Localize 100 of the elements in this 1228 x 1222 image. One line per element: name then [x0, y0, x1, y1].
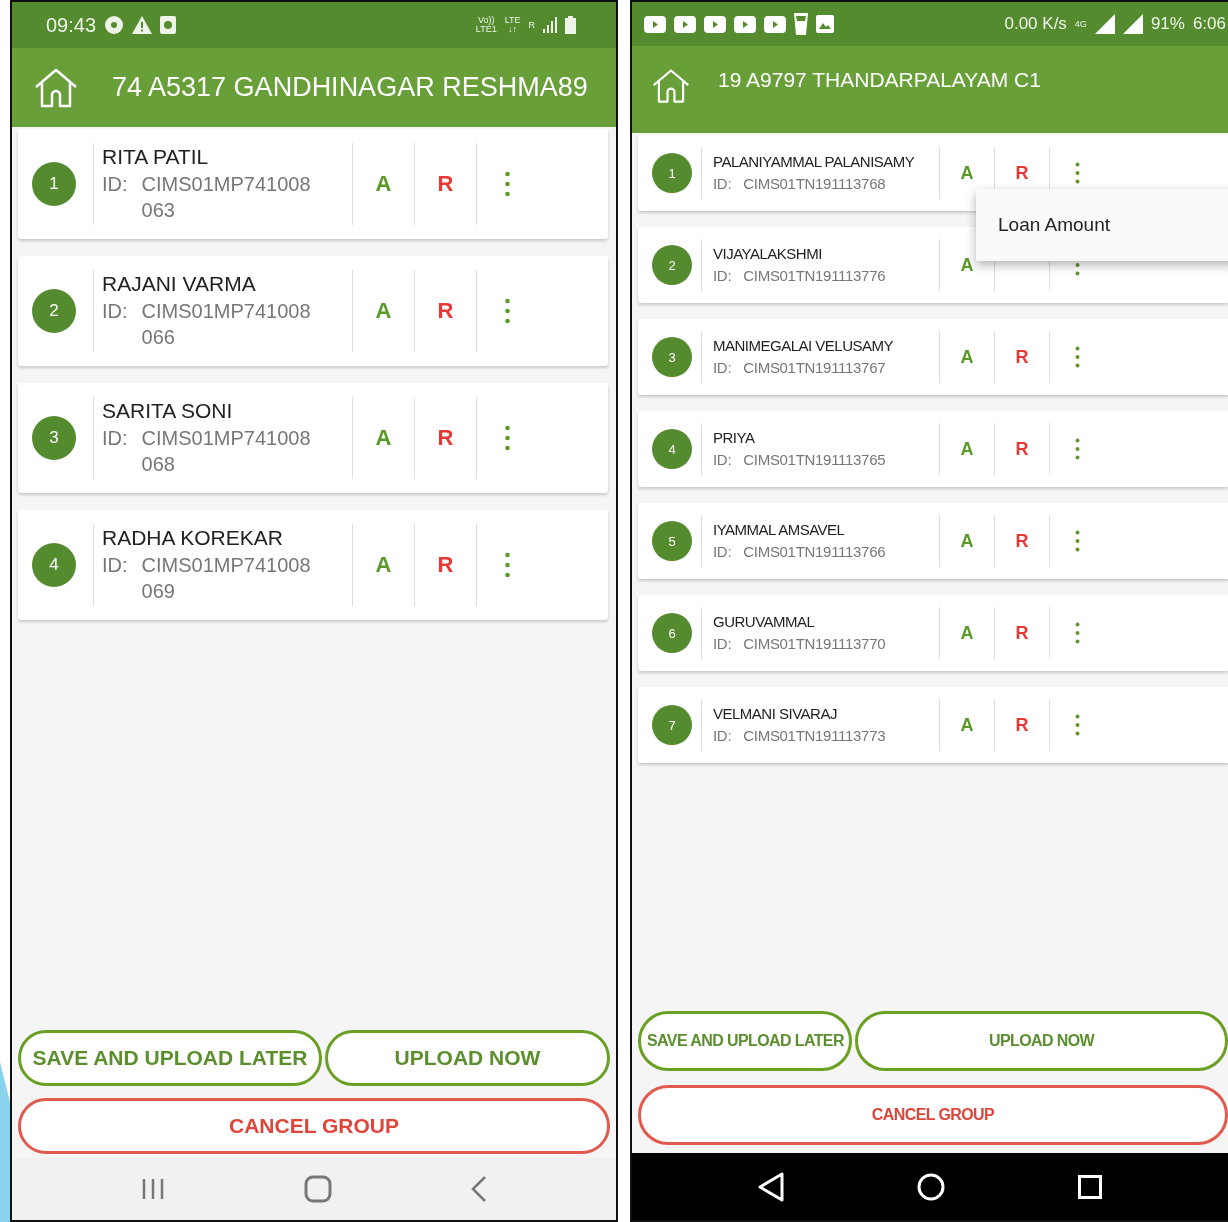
- member-number: 1: [32, 162, 76, 206]
- member-name: PALANIYAMMAL PALANISAMY: [713, 152, 916, 170]
- group-title: 74 A5317 GANDHINAGAR RESHMA89: [112, 72, 588, 103]
- member-name: SARITA SONI: [102, 399, 234, 423]
- approve-button[interactable]: A: [960, 254, 974, 276]
- id-label: ID:: [713, 449, 732, 470]
- glass-icon: [794, 13, 808, 35]
- more-options-icon[interactable]: [1074, 530, 1080, 552]
- member-id: CIMS01TN191113770: [743, 633, 886, 654]
- upload-button[interactable]: UPLOAD NOW: [855, 1011, 1228, 1071]
- id-label: ID:: [713, 357, 732, 378]
- menu-item[interactable]: Loan Amount: [998, 214, 1110, 236]
- id-label: ID:: [713, 725, 732, 746]
- upload-button[interactable]: SAVE AND UPLOAD LATER: [638, 1011, 852, 1071]
- member-id: CIMS01MP741008069: [141, 553, 312, 604]
- clock-time: 6:06: [1192, 14, 1226, 34]
- member-name: VIJAYALAKSHMI: [713, 244, 823, 262]
- member-name: IYAMMAL AMSAVEL: [713, 520, 846, 538]
- more-options-icon[interactable]: [505, 171, 510, 197]
- member-id: CIMS01TN191113776: [743, 265, 886, 286]
- id-label: ID:: [713, 541, 732, 562]
- member-id: CIMS01MP741008068: [141, 426, 312, 477]
- reject-button[interactable]: R: [1015, 530, 1029, 552]
- member-number: 2: [32, 289, 76, 333]
- approve-button[interactable]: A: [375, 298, 392, 324]
- play-icon: [644, 15, 666, 33]
- approve-button[interactable]: A: [960, 530, 974, 552]
- cancel-group-button[interactable]: CANCEL GROUP: [638, 1085, 1228, 1145]
- member-number: 2: [652, 245, 692, 285]
- member-id: CIMS01TN191113765: [743, 449, 886, 470]
- member-id: CIMS01TN191113767: [743, 357, 886, 378]
- reject-button[interactable]: R: [437, 298, 454, 324]
- approve-button[interactable]: A: [375, 552, 392, 578]
- more-options-icon[interactable]: [1074, 622, 1080, 644]
- member-number: 3: [32, 416, 76, 460]
- upload-button[interactable]: SAVE AND UPLOAD LATER: [18, 1030, 322, 1086]
- reject-button[interactable]: R: [1015, 714, 1029, 736]
- signal-icon: [1094, 14, 1115, 34]
- network-label: LTE ↓↑: [504, 16, 521, 34]
- reject-button[interactable]: R: [437, 171, 454, 197]
- upload-button[interactable]: UPLOAD NOW: [325, 1030, 610, 1086]
- recents-icon[interactable]: [1077, 1174, 1102, 1199]
- member-id: CIMS01TN191113773: [743, 725, 886, 746]
- member-number: 4: [32, 543, 76, 587]
- more-options-icon[interactable]: [505, 425, 510, 451]
- member-name: MANIMEGALAI VELUSAMY: [713, 336, 895, 354]
- id-label: ID:: [102, 553, 128, 578]
- reject-button[interactable]: R: [437, 425, 454, 451]
- image-icon: [816, 15, 834, 33]
- battery-icon: [565, 16, 576, 34]
- member-name: PRIYA: [713, 428, 756, 446]
- member-number: 7: [652, 705, 692, 745]
- member-name: GURUVAMMAL: [713, 612, 816, 630]
- more-options-icon[interactable]: [1074, 346, 1080, 368]
- network-label: 4G: [1074, 19, 1087, 29]
- member-number: 1: [652, 153, 692, 193]
- approve-button[interactable]: A: [960, 714, 974, 736]
- more-options-icon[interactable]: [1074, 438, 1080, 460]
- member-id: CIMS01TN191113768: [743, 173, 886, 194]
- group-title: 19 A9797 THANDARPALAYAM C1: [718, 67, 1041, 92]
- clock-time: 09:43: [46, 13, 97, 37]
- approve-button[interactable]: A: [960, 438, 974, 460]
- member-id: CIMS01MP741008066: [141, 299, 312, 350]
- member-name: RITA PATIL: [102, 145, 210, 169]
- approve-button[interactable]: A: [960, 346, 974, 368]
- more-options-icon[interactable]: [505, 552, 510, 578]
- member-number: 5: [652, 521, 692, 561]
- clock-icon: [160, 16, 177, 34]
- more-options-icon[interactable]: [1074, 162, 1080, 184]
- id-label: ID:: [713, 173, 732, 194]
- cancel-group-button[interactable]: CANCEL GROUP: [18, 1098, 610, 1154]
- member-number: 6: [652, 613, 692, 653]
- more-options-icon[interactable]: [505, 298, 510, 324]
- id-label: ID:: [102, 172, 128, 197]
- network-label: R: [528, 20, 535, 30]
- member-id: CIMS01MP741008063: [141, 172, 312, 223]
- reject-button[interactable]: R: [1015, 162, 1029, 184]
- reject-button[interactable]: R: [437, 552, 454, 578]
- member-number: 4: [652, 429, 692, 469]
- id-label: ID:: [713, 633, 732, 654]
- approve-button[interactable]: A: [375, 171, 392, 197]
- reject-button[interactable]: R: [1015, 622, 1029, 644]
- approve-button[interactable]: A: [375, 425, 392, 451]
- network-label: Vo)) LTE1: [475, 16, 497, 34]
- play-icon: [674, 15, 696, 33]
- member-id: CIMS01TN191113766: [743, 541, 886, 562]
- approve-button[interactable]: A: [960, 162, 974, 184]
- more-options-icon[interactable]: [1074, 714, 1080, 736]
- signal-icon: [1122, 14, 1143, 34]
- signal-icon: [543, 17, 557, 33]
- battery-level: 91%: [1150, 14, 1185, 34]
- network-speed: 0.00 K/s: [1004, 14, 1067, 34]
- play-icon: [764, 15, 786, 33]
- member-number: 3: [652, 337, 692, 377]
- approve-button[interactable]: A: [960, 622, 974, 644]
- id-label: ID:: [713, 265, 732, 286]
- member-name: RADHA KOREKAR: [102, 526, 284, 550]
- id-label: ID:: [102, 426, 128, 451]
- reject-button[interactable]: R: [1015, 438, 1029, 460]
- reject-button[interactable]: R: [1015, 346, 1029, 368]
